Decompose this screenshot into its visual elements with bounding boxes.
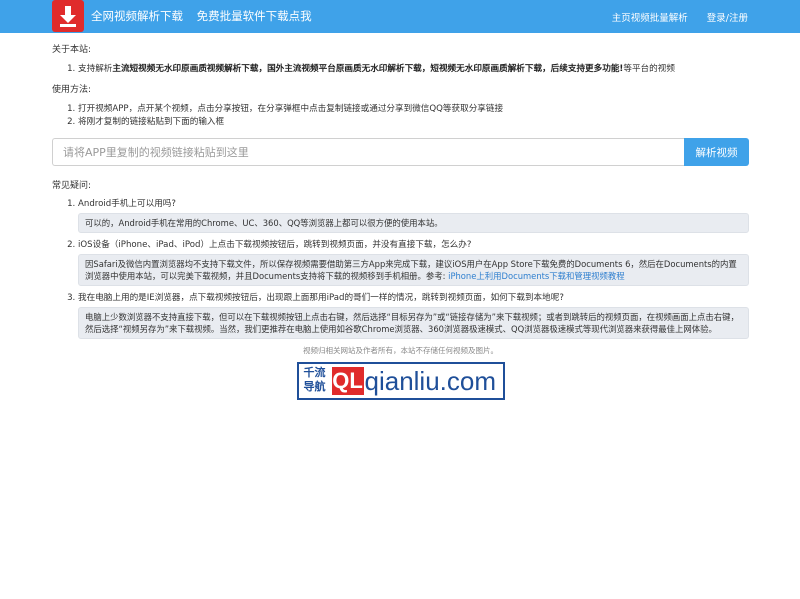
faq-item: 我在电脑上用的是IE浏览器，点下载视频按钮后，出现跟上面那用iPad的哥们一样的… [78,292,749,339]
footer-note: 视频归相关网站及作者所有，本站不存储任何视频及图片。 [303,346,498,355]
faq-question: 我在电脑上用的是IE浏览器，点下载视频按钮后，出现跟上面那用iPad的哥们一样的… [78,293,564,303]
logo-domain-text: qianliu.com [364,366,497,396]
download-arrow-icon[interactable] [52,0,84,32]
about-prefix: 支持解析 [78,64,113,74]
nav-links: 主页视频批量解析 登录/注册 [596,10,748,24]
parse-video-button[interactable]: 解析视频 [684,138,749,166]
qianliu-logo[interactable]: 千流导航 QL qianliu.com [296,362,505,400]
top-navbar: 全网视频解析下载 免费批量软件下载点我 主页视频批量解析 登录/注册 [0,0,800,33]
faq-item: iOS设备（iPhone、iPad、iPod）上点击下载视频按钮后，跳转到视频页… [78,239,749,286]
faq-title: 常见疑问: [52,181,92,191]
nav-batch-parse-link[interactable]: 主页视频批量解析 [612,13,688,24]
documents-tutorial-link[interactable]: iPhone上利用Documents下载和管理视频教程 [448,271,625,281]
logo-ql-mark: QL [331,367,364,395]
faq-question: iOS设备（iPhone、iPad、iPod）上点击下载视频按钮后，跳转到视频页… [78,240,472,250]
usage-step-1: 打开视频APP，点开某个视频，点击分享按钮，在分享弹框中点击复制链接或通过分享到… [78,103,749,116]
usage-step-2: 将刚才复制的链接粘贴到下面的输入框 [78,116,749,129]
about-bold: 主流短视频无水印原画质视频解析下载，国外主流视频平台原画质无水印解析下载，短视频… [112,64,624,74]
logo-chinese-text: 千流导航 [303,366,326,393]
faq-answer-box: 因Safari及微信内置浏览器均不支持下载文件，所以保存视频需要借助第三方App… [78,254,749,286]
usage-title: 使用方法: [52,85,92,95]
about-list: 支持解析主流短视频无水印原画质视频解析下载，国外主流视频平台原画质无水印解析下载… [78,63,749,76]
faq-answer: 可以的，Android手机在常用的Chrome、UC、360、QQ等浏览器上都可… [78,213,749,233]
video-url-input[interactable] [52,138,684,166]
faq-item: Android手机上可以用吗? 可以的，Android手机在常用的Chrome、… [78,198,749,233]
about-suffix: 等平台的视频 [623,64,675,74]
faq-answer: 因Safari及微信内置浏览器均不支持下载文件，所以保存视频需要借助第三方App… [85,259,737,281]
faq-answer: 电脑上少数浏览器不支持直接下载，但可以在下载视频按钮上点击右键，然后选择“目标另… [78,307,749,339]
usage-list: 打开视频APP，点开某个视频，点击分享按钮，在分享弹框中点击复制链接或通过分享到… [78,103,749,129]
about-item: 支持解析主流短视频无水印原画质视频解析下载，国外主流视频平台原画质无水印解析下载… [78,63,749,76]
brand[interactable]: 全网视频解析下载 免费批量软件下载点我 [91,8,322,24]
parse-form: 解析视频 [52,138,749,166]
nav-login-link[interactable]: 登录/注册 [707,13,748,24]
main-content: 关于本站: 支持解析主流短视频无水印原画质视频解析下载，国外主流视频平台原画质无… [52,44,749,400]
faq-question: Android手机上可以用吗? [78,199,176,209]
brand-subtitle-link[interactable]: 免费批量软件下载点我 [197,9,312,23]
brand-title[interactable]: 全网视频解析下载 [91,9,183,23]
about-title: 关于本站: [52,45,92,55]
faq-list: Android手机上可以用吗? 可以的，Android手机在常用的Chrome、… [78,198,749,339]
